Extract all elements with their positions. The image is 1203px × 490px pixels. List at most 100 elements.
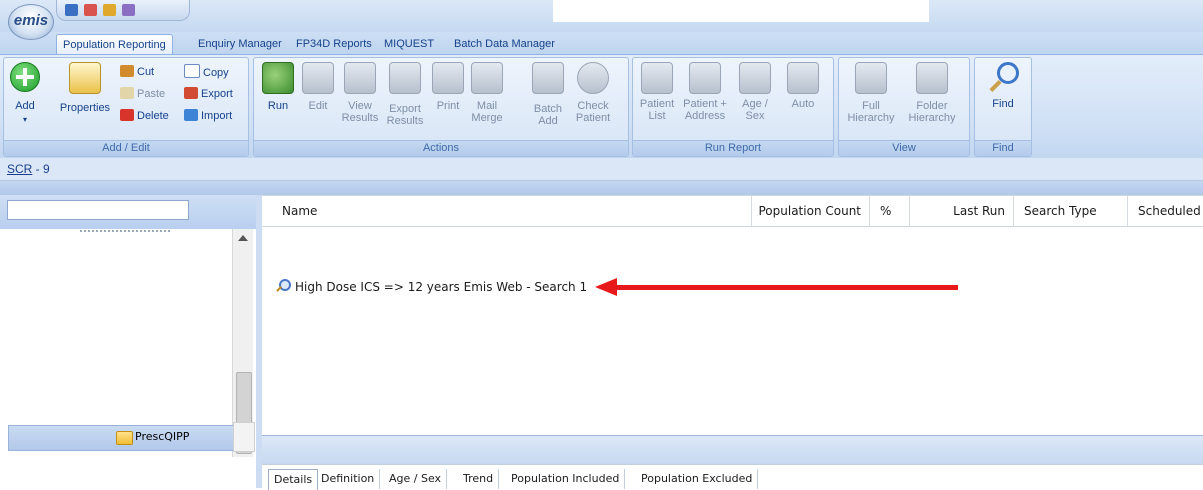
find-button[interactable]: Find	[983, 62, 1023, 110]
paste-label: Paste	[137, 88, 166, 100]
full-hierarchy-button[interactable]: Full Hierarchy	[843, 62, 899, 124]
mail-merge-label-2: Merge	[471, 112, 503, 124]
tab-definition[interactable]: Definition	[316, 469, 381, 489]
column-population-count[interactable]: Population Count	[752, 196, 870, 226]
cut-label: Cut	[137, 66, 155, 78]
tab-age-sex[interactable]: Age / Sex	[384, 469, 448, 489]
column-name[interactable]: Name	[262, 196, 752, 226]
export-results-icon	[389, 62, 421, 94]
group-label-add-edit: Add / Edit	[4, 140, 248, 156]
patient-address-button[interactable]: Patient + Address	[681, 62, 729, 122]
view-results-button[interactable]: View Results	[340, 62, 380, 124]
group-label-actions: Actions	[254, 140, 628, 156]
app-menu-button[interactable]: emis	[8, 4, 54, 40]
mail-merge-button[interactable]: Mail Merge	[468, 62, 506, 124]
tab-population-reporting[interactable]: Population Reporting	[56, 34, 173, 55]
import-icon	[184, 109, 198, 121]
age-sex-label-1: Age /	[742, 98, 768, 110]
paste-button[interactable]: Paste	[120, 86, 165, 102]
full-hierarchy-label-1: Full	[862, 100, 880, 112]
column-percent[interactable]: %	[870, 196, 910, 226]
delete-icon	[120, 109, 134, 121]
properties-button[interactable]: Properties	[56, 62, 114, 114]
view-results-label-1: View	[348, 100, 372, 112]
patient-list-icon	[641, 62, 673, 94]
tab-fp34d-reports[interactable]: FP34D Reports	[290, 34, 378, 54]
tab-trend[interactable]: Trend	[458, 469, 500, 489]
folder-hierarchy-label-1: Folder	[916, 100, 948, 112]
check-patient-button[interactable]: Check Patient	[572, 62, 614, 124]
scissors-icon	[120, 65, 134, 77]
run-button[interactable]: Run	[260, 62, 296, 112]
auto-button[interactable]: Auto	[783, 62, 823, 110]
users-icon[interactable]	[122, 4, 135, 16]
folder-document-icon	[916, 62, 948, 94]
patient-address-label-2: Address	[684, 110, 726, 122]
tab-population-excluded[interactable]: Population Excluded	[636, 469, 759, 489]
batch-add-button[interactable]: Batch Add	[530, 62, 566, 127]
gender-icon	[739, 62, 771, 94]
group-run-report: Patient List Patient + Address Age / Sex…	[632, 57, 834, 157]
breadcrumb-link[interactable]: SCR	[7, 162, 32, 176]
detail-tabs: Details Definition Age / Sex Trend Popul…	[262, 464, 1203, 490]
add-button[interactable]: Add ▾	[8, 62, 42, 126]
tab-batch-data-manager[interactable]: Batch Data Manager	[448, 34, 561, 54]
save-icon[interactable]	[65, 4, 78, 16]
export-results-label-1: Export	[389, 103, 421, 115]
find-label: Find	[992, 98, 1014, 110]
printer-icon	[432, 62, 464, 94]
tab-miquest[interactable]: MIQUEST	[378, 34, 440, 54]
add-icon	[10, 62, 40, 92]
auto-label: Auto	[791, 98, 815, 110]
column-scheduled[interactable]: Scheduled	[1128, 196, 1203, 226]
document-icon	[344, 62, 376, 94]
tree-header	[0, 195, 256, 229]
age-sex-label-2: Sex	[745, 110, 765, 122]
column-last-run[interactable]: Last Run	[910, 196, 1014, 226]
view-results-label-2: Results	[341, 112, 379, 124]
ribbon-tabs: Population Reporting Enquiry Manager FP3…	[0, 32, 1203, 55]
add-label: Add	[15, 100, 35, 112]
cut-button[interactable]: Cut	[120, 64, 154, 80]
properties-label: Properties	[59, 102, 111, 114]
group-label-view: View	[839, 140, 969, 156]
batch-add-label-1: Batch	[533, 103, 563, 115]
tab-details[interactable]: Details	[268, 469, 319, 490]
import-button[interactable]: Import	[184, 108, 232, 124]
copy-button[interactable]: Copy	[184, 64, 229, 80]
patient-check-icon	[577, 62, 609, 94]
tree-item-prescqipp[interactable]: PrescQIPP	[8, 425, 234, 451]
print-button[interactable]: Print	[430, 62, 466, 112]
table-row[interactable]: High Dose ICS => 12 years Emis Web - Sea…	[275, 278, 587, 296]
edit-button[interactable]: Edit	[300, 62, 336, 112]
export-results-button[interactable]: Export Results	[384, 62, 426, 127]
tab-population-included[interactable]: Population Included	[506, 469, 626, 489]
tree-search-input[interactable]	[7, 200, 189, 220]
tab-enquiry-manager[interactable]: Enquiry Manager	[192, 34, 288, 54]
batch-add-label-2: Add	[538, 115, 558, 127]
lightning-icon	[787, 62, 819, 94]
patient-list-button[interactable]: Patient List	[637, 62, 677, 122]
run-label: Run	[267, 100, 289, 112]
patient-list-label-2: List	[648, 110, 666, 122]
export-button[interactable]: Export	[184, 86, 233, 102]
group-actions: Run Edit View Results Export Results Pri…	[253, 57, 629, 157]
copy-label: Copy	[203, 67, 229, 79]
dropdown-arrow-icon: ▾	[22, 115, 27, 124]
detail-header-strip	[262, 435, 1203, 464]
separator-strip	[0, 181, 1203, 195]
tree-item-label: PrescQIPP	[135, 430, 190, 443]
export-results-label-2: Results	[386, 115, 424, 127]
quick-access-toolbar	[56, 0, 190, 21]
group-add-edit: Add ▾ Properties Cut Paste Delete Copy E…	[3, 57, 249, 157]
mail-merge-icon	[471, 62, 503, 94]
age-sex-button[interactable]: Age / Sex	[737, 62, 773, 122]
delete-button[interactable]: Delete	[120, 108, 169, 124]
patient-list-label-1: Patient	[639, 98, 675, 110]
scroll-up-icon[interactable]	[238, 235, 248, 241]
edit-icon[interactable]	[103, 4, 116, 16]
home-icon[interactable]	[84, 4, 97, 16]
column-search-type[interactable]: Search Type	[1014, 196, 1128, 226]
folder-hierarchy-button[interactable]: Folder Hierarchy	[901, 62, 963, 124]
check-patient-label-1: Check	[577, 100, 609, 112]
